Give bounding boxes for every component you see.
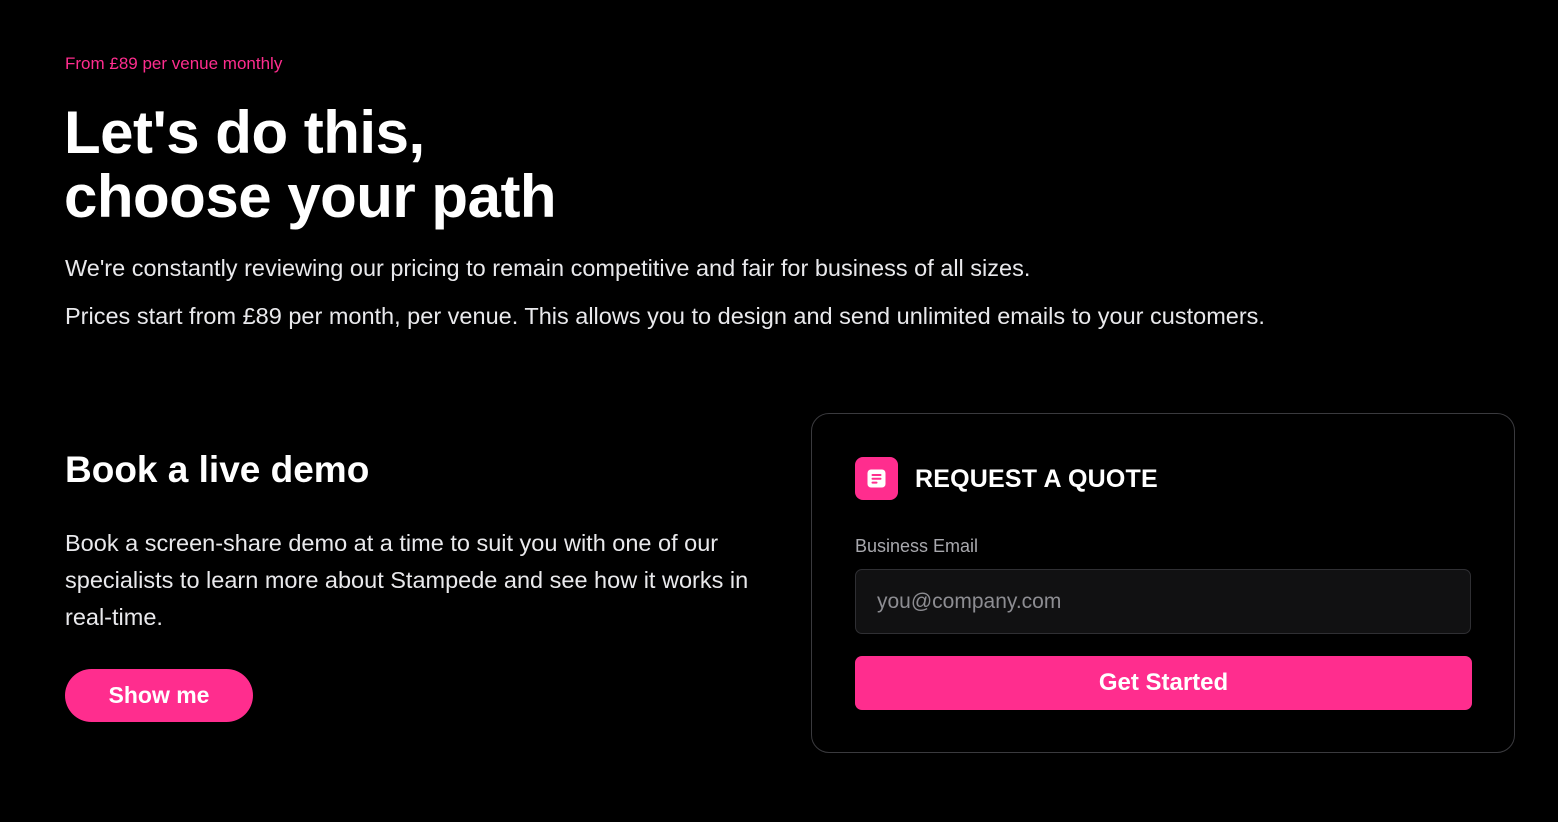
request-quote-card: REQUEST A QUOTE Business Email Get Start… <box>811 413 1515 753</box>
intro-paragraph-2: Prices start from £89 per month, per ven… <box>65 303 1265 329</box>
page-title: Let's do this, choose your path <box>64 99 557 230</box>
pricing-eyebrow: From £89 per venue monthly <box>65 54 283 73</box>
demo-description: Book a screen-share demo at a time to su… <box>65 530 749 630</box>
business-email-input[interactable] <box>855 569 1471 634</box>
document-icon-glyph <box>867 469 886 488</box>
intro-paragraph-1: We're constantly reviewing our pricing t… <box>65 255 1031 281</box>
request-quote-title: REQUEST A QUOTE <box>915 465 1158 493</box>
demo-title: Book a live demo <box>65 449 370 490</box>
page-title-line-1: Let's do this, <box>64 99 425 166</box>
get-started-button[interactable]: Get Started <box>855 656 1472 710</box>
page-title-line-2: choose your path <box>64 163 557 230</box>
show-me-button[interactable]: Show me <box>65 669 253 722</box>
document-icon <box>855 457 898 500</box>
intro-text: We're constantly reviewing our pricing t… <box>65 250 1265 335</box>
pricing-page: From £89 per venue monthly Let's do this… <box>0 0 1558 822</box>
business-email-label: Business Email <box>855 536 979 556</box>
